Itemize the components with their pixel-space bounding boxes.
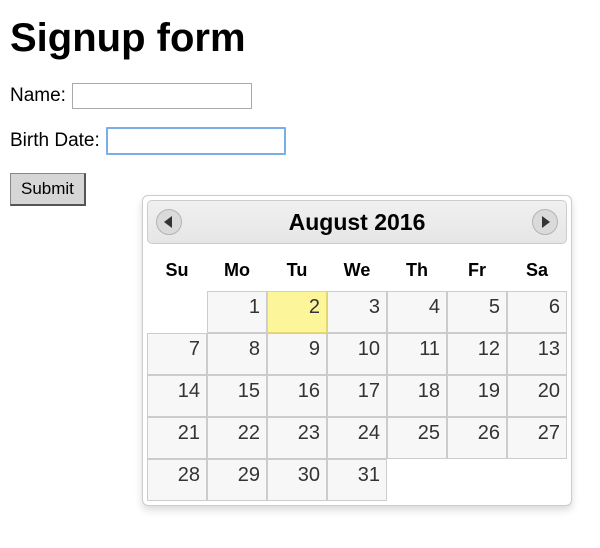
datepicker-header: August 2016 bbox=[147, 200, 567, 244]
dow-header: Mo bbox=[207, 250, 267, 291]
calendar-cell-empty bbox=[447, 459, 507, 501]
calendar-day[interactable]: 6 bbox=[507, 291, 567, 333]
calendar-day[interactable]: 5 bbox=[447, 291, 507, 333]
calendar-day[interactable]: 10 bbox=[327, 333, 387, 375]
calendar-day[interactable]: 13 bbox=[507, 333, 567, 375]
calendar-day[interactable]: 15 bbox=[207, 375, 267, 417]
calendar-day[interactable]: 27 bbox=[507, 417, 567, 459]
calendar-cell-empty bbox=[507, 459, 567, 501]
calendar-day[interactable]: 22 bbox=[207, 417, 267, 459]
datepicker-popup: August 2016 SuMoTuWeThFrSa12345678910111… bbox=[142, 195, 572, 506]
name-input[interactable] bbox=[72, 83, 252, 109]
chevron-right-icon bbox=[540, 216, 550, 228]
calendar-day[interactable]: 18 bbox=[387, 375, 447, 417]
calendar-day[interactable]: 8 bbox=[207, 333, 267, 375]
calendar-day[interactable]: 17 bbox=[327, 375, 387, 417]
calendar-cell-empty bbox=[387, 459, 447, 501]
name-label: Name: bbox=[10, 85, 66, 107]
calendar-day[interactable]: 29 bbox=[207, 459, 267, 501]
submit-button[interactable]: Submit bbox=[10, 173, 86, 206]
calendar-day[interactable]: 19 bbox=[447, 375, 507, 417]
calendar-cell-empty bbox=[147, 291, 207, 333]
birthdate-input[interactable] bbox=[106, 127, 286, 155]
calendar-day[interactable]: 7 bbox=[147, 333, 207, 375]
calendar-day[interactable]: 3 bbox=[327, 291, 387, 333]
calendar-day[interactable]: 31 bbox=[327, 459, 387, 501]
calendar-day[interactable]: 12 bbox=[447, 333, 507, 375]
calendar-day[interactable]: 20 bbox=[507, 375, 567, 417]
dow-header: Sa bbox=[507, 250, 567, 291]
calendar-day[interactable]: 25 bbox=[387, 417, 447, 459]
dow-header: We bbox=[327, 250, 387, 291]
calendar-day[interactable]: 2 bbox=[267, 291, 327, 333]
calendar-day[interactable]: 24 bbox=[327, 417, 387, 459]
dow-header: Th bbox=[387, 250, 447, 291]
dow-header: Fr bbox=[447, 250, 507, 291]
calendar-day[interactable]: 23 bbox=[267, 417, 327, 459]
dow-header: Tu bbox=[267, 250, 327, 291]
calendar-day[interactable]: 26 bbox=[447, 417, 507, 459]
calendar-day[interactable]: 11 bbox=[387, 333, 447, 375]
calendar-day[interactable]: 1 bbox=[207, 291, 267, 333]
birthdate-label: Birth Date: bbox=[10, 130, 100, 152]
calendar-day[interactable]: 21 bbox=[147, 417, 207, 459]
chevron-left-icon bbox=[164, 216, 174, 228]
calendar-day[interactable]: 30 bbox=[267, 459, 327, 501]
page-title: Signup form bbox=[10, 16, 590, 61]
calendar-day[interactable]: 14 bbox=[147, 375, 207, 417]
next-month-button[interactable] bbox=[532, 209, 558, 235]
prev-month-button[interactable] bbox=[156, 209, 182, 235]
calendar-day[interactable]: 16 bbox=[267, 375, 327, 417]
calendar-day[interactable]: 9 bbox=[267, 333, 327, 375]
calendar-day[interactable]: 28 bbox=[147, 459, 207, 501]
calendar-day[interactable]: 4 bbox=[387, 291, 447, 333]
datepicker-grid: SuMoTuWeThFrSa12345678910111213141516171… bbox=[147, 250, 567, 501]
dow-header: Su bbox=[147, 250, 207, 291]
datepicker-month-year: August 2016 bbox=[182, 209, 532, 236]
